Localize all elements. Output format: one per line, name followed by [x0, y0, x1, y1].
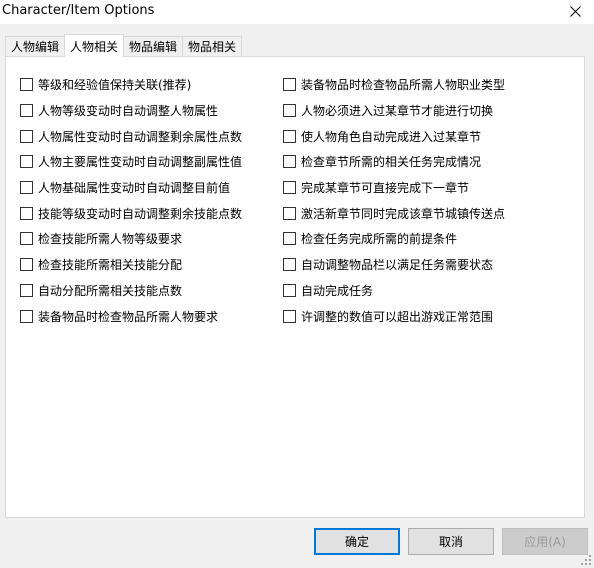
option-skill-adjust-points[interactable]: 技能等级变动时自动调整剩余技能点数 [20, 200, 242, 226]
checkbox[interactable] [283, 283, 296, 297]
option-auto-adjust-inventory[interactable]: 自动调整物品栏以满足任务需要状态 [283, 252, 505, 278]
option-activate-waypoint[interactable]: 激活新章节同时完成该章节城镇传送点 [283, 200, 505, 226]
checkbox[interactable] [20, 283, 33, 297]
option-level-adjust-attributes[interactable]: 人物等级变动时自动调整人物属性 [20, 98, 242, 124]
options-panel: 等级和经验值保持关联(推荐) 人物等级变动时自动调整人物属性 人物属性变动时自动… [5, 56, 585, 518]
tab-character-related[interactable]: 人物相关 [64, 34, 125, 57]
checkbox[interactable] [20, 181, 33, 195]
tab-item-related[interactable]: 物品相关 [182, 36, 243, 56]
checkbox[interactable] [283, 104, 296, 118]
cancel-button[interactable]: 取消 [408, 528, 494, 555]
option-attr-adjust-points[interactable]: 人物属性变动时自动调整剩余属性点数 [20, 123, 242, 149]
option-require-act-visited[interactable]: 人物必须进入过某章节才能进行切换 [283, 98, 505, 124]
option-check-quest-prereq[interactable]: 检查任务完成所需的前提条件 [283, 226, 505, 252]
resize-grip-icon[interactable] [581, 555, 591, 565]
option-check-skill-level[interactable]: 检查技能所需人物等级要求 [20, 226, 242, 252]
option-equip-check-requirements[interactable]: 装备物品时检查物品所需人物要求 [20, 303, 242, 329]
window-title: Character/Item Options [2, 3, 155, 18]
option-complete-next-act[interactable]: 完成某章节可直接完成下一章节 [283, 175, 505, 201]
option-main-attr-adjust-sub[interactable]: 人物主要属性变动时自动调整副属性值 [20, 149, 242, 175]
option-equip-check-class[interactable]: 装备物品时检查物品所需人物职业类型 [283, 72, 505, 98]
checkbox[interactable] [283, 232, 296, 246]
tab-item-edit[interactable]: 物品编辑 [123, 36, 184, 56]
option-sync-level-exp[interactable]: 等级和经验值保持关联(推荐) [20, 72, 242, 98]
option-auto-complete-act-visited[interactable]: 使人物角色自动完成进入过某章节 [283, 123, 505, 149]
checkbox[interactable] [20, 104, 33, 118]
option-base-attr-adjust-current[interactable]: 人物基础属性变动时自动调整目前值 [20, 175, 242, 201]
checkbox[interactable] [283, 129, 296, 143]
checkbox[interactable] [20, 232, 33, 246]
checkbox[interactable] [283, 258, 296, 272]
tab-character-edit[interactable]: 人物编辑 [5, 36, 66, 56]
option-auto-complete-quests[interactable]: 自动完成任务 [283, 278, 505, 304]
options-left-column: 等级和经验值保持关联(推荐) 人物等级变动时自动调整人物属性 人物属性变动时自动… [20, 72, 242, 329]
checkbox[interactable] [20, 129, 33, 143]
checkbox[interactable] [283, 78, 296, 92]
ok-button[interactable]: 确定 [314, 528, 400, 555]
checkbox[interactable] [20, 258, 33, 272]
checkbox[interactable] [20, 309, 33, 323]
tab-strip: 人物编辑 人物相关 物品编辑 物品相关 [5, 34, 243, 57]
checkbox[interactable] [20, 78, 33, 92]
checkbox[interactable] [283, 155, 296, 169]
options-right-column: 装备物品时检查物品所需人物职业类型 人物必须进入过某章节才能进行切换 使人物角色… [283, 72, 505, 329]
checkbox[interactable] [283, 206, 296, 220]
option-check-skill-prereq[interactable]: 检查技能所需相关技能分配 [20, 252, 242, 278]
option-check-act-quests[interactable]: 检查章节所需的相关任务完成情况 [283, 149, 505, 175]
apply-button[interactable]: 应用(A) [502, 528, 588, 555]
checkbox[interactable] [283, 181, 296, 195]
checkbox[interactable] [283, 309, 296, 323]
dialog-body: 人物编辑 人物相关 物品编辑 物品相关 等级和经验值保持关联(推荐) 人物等级变… [0, 24, 594, 568]
checkbox[interactable] [20, 206, 33, 220]
title-bar: Character/Item Options [0, 0, 594, 24]
option-auto-assign-skill-points[interactable]: 自动分配所需相关技能点数 [20, 278, 242, 304]
close-button[interactable] [562, 0, 588, 22]
option-allow-exceed-range[interactable]: 许调整的数值可以超出游戏正常范围 [283, 303, 505, 329]
close-icon [569, 5, 581, 17]
checkbox[interactable] [20, 155, 33, 169]
